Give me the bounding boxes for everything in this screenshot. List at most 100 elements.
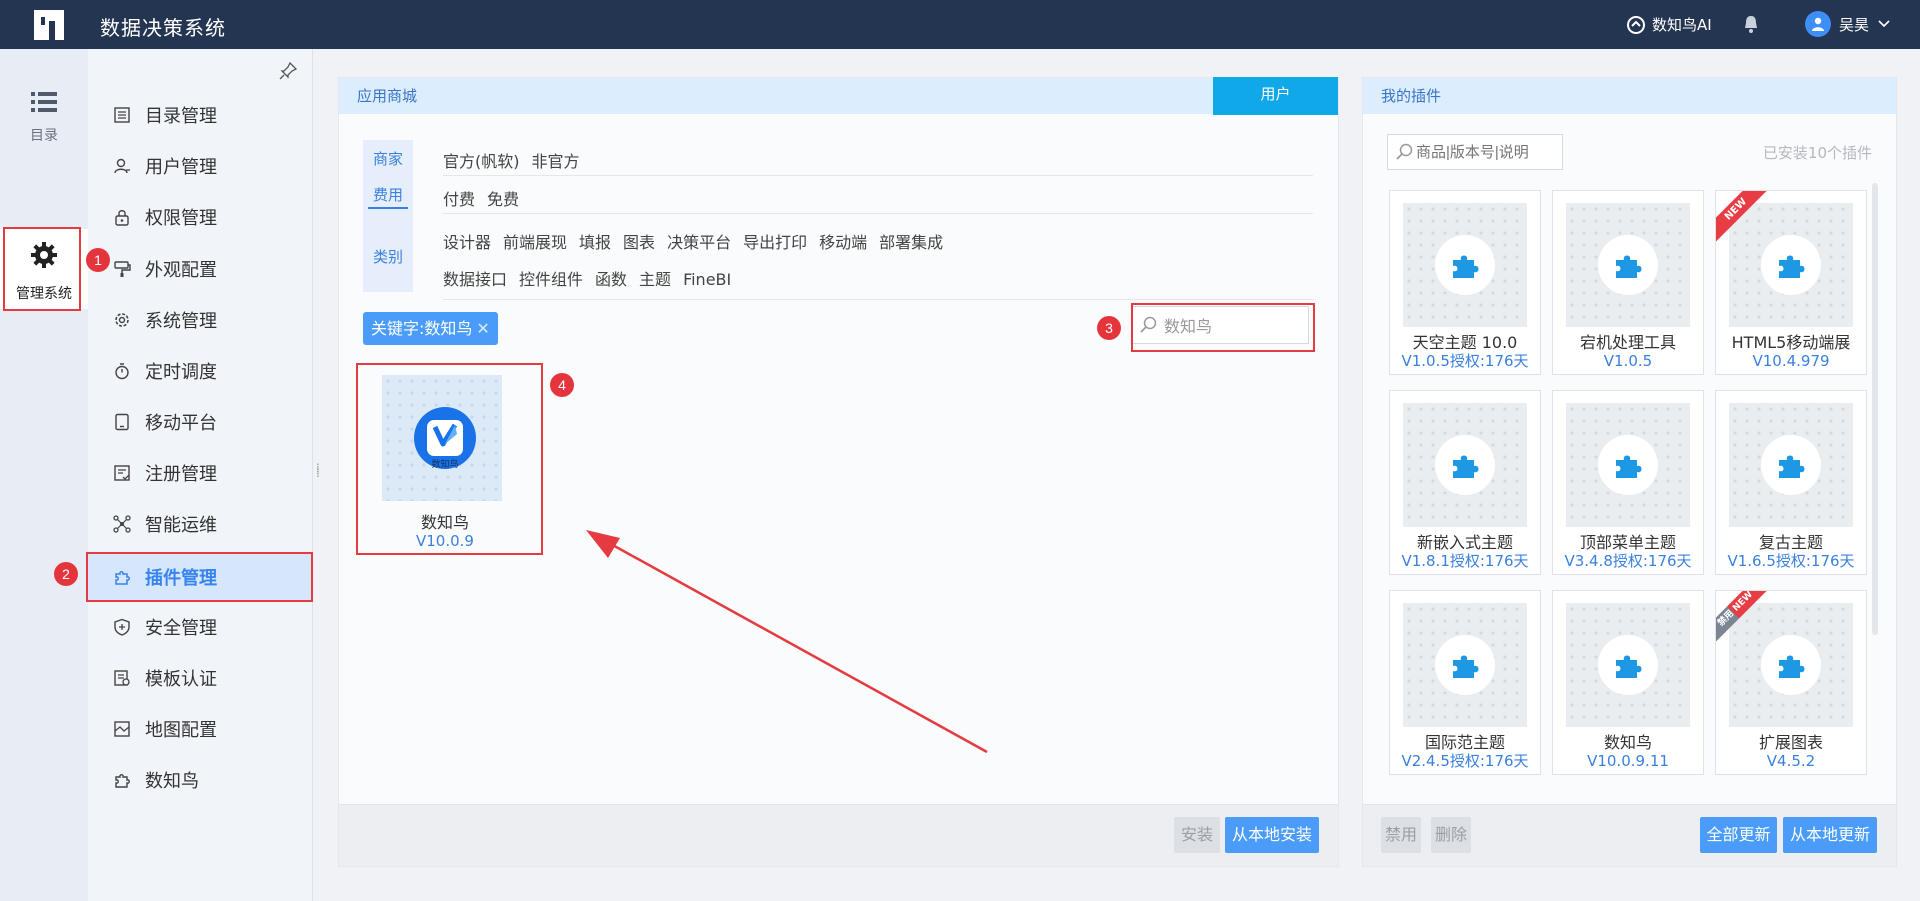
local-install-button[interactable]: 从本地安装 [1225, 817, 1319, 853]
shield-icon [114, 618, 130, 636]
rail-item-catalog[interactable]: 目录 [0, 91, 88, 151]
app-store-header: 应用商城 用户 [339, 77, 1338, 115]
chevron-down-icon [1878, 20, 1890, 28]
category-option[interactable]: 数据接口 [443, 261, 507, 298]
update-all-button[interactable]: 全部更新 [1700, 817, 1777, 853]
menu-item-permissions[interactable]: 权限管理 [88, 193, 313, 241]
puzzle-icon [1598, 435, 1658, 495]
ai-bird-icon [1627, 15, 1645, 34]
plugin-name: HTML5移动端展 [1731, 333, 1851, 352]
register-icon [114, 465, 130, 481]
filter-labels: 商家 费用 类别 [363, 140, 413, 292]
menu-item-mobile[interactable]: 移动平台 [88, 398, 313, 446]
plugin-thumbnail [1729, 403, 1853, 527]
lock-icon [115, 210, 129, 226]
rail-label-catalog: 目录 [30, 128, 58, 144]
category-option[interactable]: 决策平台 [667, 224, 731, 261]
menu-item-template-auth[interactable]: 模板认证 [88, 654, 313, 702]
user-tab[interactable]: 用户 [1213, 77, 1338, 115]
plugin-card[interactable]: 顶部菜单主题 V3.4.8授权:176天 [1552, 390, 1704, 575]
plugin-card[interactable]: 宕机处理工具 V1.0.5 [1552, 190, 1704, 375]
menu-label: 模板认证 [145, 669, 217, 690]
category-option[interactable]: 导出打印 [743, 224, 807, 261]
plugin-card[interactable]: 国际范主题 V2.4.5授权:176天 [1389, 590, 1541, 775]
disable-button[interactable]: 禁用 [1381, 817, 1421, 853]
template-icon [114, 670, 130, 686]
install-button[interactable]: 安装 [1174, 817, 1220, 853]
category-option[interactable]: 前端展现 [503, 224, 567, 261]
notification-bell-icon[interactable] [1742, 14, 1760, 38]
plugin-thumbnail [1403, 603, 1527, 727]
my-plugins-search-input[interactable] [1416, 141, 1560, 163]
menu-item-users[interactable]: 用户管理 [88, 142, 313, 190]
menu-item-registration[interactable]: 注册管理 [88, 449, 313, 497]
plugin-card[interactable]: 新嵌入式主题 V1.8.1授权:176天 [1389, 390, 1541, 575]
panel-resize-handle[interactable]: ⁞ ⁞ [316, 462, 320, 479]
local-update-button[interactable]: 从本地更新 [1783, 817, 1877, 853]
plugin-card[interactable]: 天空主题 10.0 V1.0.5授权:176天 [1389, 190, 1541, 375]
menu-item-security[interactable]: 安全管理 [88, 603, 313, 651]
my-plugins-header: 我的插件 [1363, 78, 1896, 114]
remove-keyword-icon[interactable]: ✕ [476, 319, 489, 338]
plugin-thumbnail [1729, 603, 1853, 727]
plugin-version: V1.0.5授权:176天 [1401, 352, 1529, 370]
menu-item-system[interactable]: 系统管理 [88, 296, 313, 344]
vendor-option-official[interactable]: 官方(帆软) [443, 148, 520, 172]
annotation-box-2 [86, 552, 313, 602]
keyword-tag-label: 关键字:数知鸟 [371, 319, 473, 338]
plugin-name: 宕机处理工具 [1579, 333, 1676, 352]
menu-item-catalog[interactable]: 目录管理 [88, 91, 313, 139]
menu-item-schedule[interactable]: 定时调度 [88, 347, 313, 395]
keyword-tag: 关键字:数知鸟 ✕ [363, 312, 498, 345]
menu-item-appearance[interactable]: 外观配置 [88, 245, 313, 293]
menu-label: 注册管理 [145, 464, 217, 485]
panel-title: 我的插件 [1381, 87, 1442, 105]
ai-assistant-button[interactable]: 数知鸟AI [1626, 14, 1712, 35]
category-option[interactable]: 设计器 [443, 224, 491, 261]
pin-icon[interactable] [279, 62, 297, 80]
plugin-name: 复古主题 [1758, 533, 1823, 552]
plugin-version: V10.0.9.11 [1587, 752, 1669, 770]
plugin-version: V1.8.1授权:176天 [1401, 552, 1529, 570]
puzzle-icon [1761, 435, 1821, 495]
menu-label: 目录管理 [145, 106, 217, 127]
plugin-card[interactable]: 复古主题 V1.6.5授权:176天 [1715, 390, 1867, 575]
menu-item-ops[interactable]: 智能运维 [88, 500, 313, 548]
plugin-card[interactable]: 禁用 NEW 扩展图表 V4.5.2 [1715, 590, 1867, 775]
plugin-version: V4.5.2 [1766, 752, 1816, 770]
plugin-thumbnail [1566, 203, 1690, 327]
installed-count: 已安装10个插件 [1762, 144, 1872, 162]
menu-item-shuzhiniao[interactable]: 数知鸟 [88, 756, 313, 804]
delete-button[interactable]: 删除 [1431, 817, 1471, 853]
plugin-list-scrollbar[interactable] [1872, 183, 1878, 635]
vendor-option-unofficial[interactable]: 非官方 [532, 148, 580, 172]
plugin-thumbnail [1729, 203, 1853, 327]
plugin-name: 新嵌入式主题 [1416, 533, 1513, 552]
fee-option-paid[interactable]: 付费 [443, 186, 475, 210]
plugin-card[interactable]: 数知鸟 V10.0.9.11 [1552, 590, 1704, 775]
app-title: 数据决策系统 [100, 16, 226, 40]
plugin-name: 天空主题 10.0 [1412, 333, 1518, 352]
menu-item-map[interactable]: 地图配置 [88, 705, 313, 753]
category-option[interactable]: 移动端 [819, 224, 867, 261]
menu-label: 安全管理 [145, 618, 217, 639]
search-icon [1396, 143, 1413, 160]
category-option[interactable]: 部署集成 [879, 224, 943, 261]
my-plugins-search-box [1387, 134, 1563, 170]
category-options: 设计器 前端展现 填报 图表 决策平台 导出打印 移动端 部署集成 数据接口 控件组件 函数 主题 F… [443, 224, 1313, 300]
plugin-name: 扩展图表 [1758, 733, 1823, 752]
annotation-box-3 [1131, 303, 1315, 352]
puzzle-icon [1761, 235, 1821, 295]
avatar [1805, 11, 1831, 37]
plugin-card[interactable]: NEW HTML5移动端展 V10.4.979 [1715, 190, 1867, 375]
category-option[interactable]: 填报 [579, 224, 611, 261]
fee-option-free[interactable]: 免费 [487, 186, 519, 210]
category-option[interactable]: 控件组件 [519, 261, 583, 298]
annotation-number-1: 1 [86, 248, 110, 272]
menu-label: 外观配置 [145, 260, 217, 281]
category-option[interactable]: 主题 [639, 261, 671, 298]
category-option[interactable]: 图表 [623, 224, 655, 261]
category-option[interactable]: FineBI [683, 261, 731, 298]
category-option[interactable]: 函数 [595, 261, 627, 298]
user-menu[interactable]: 吴昊 [1805, 11, 1891, 37]
